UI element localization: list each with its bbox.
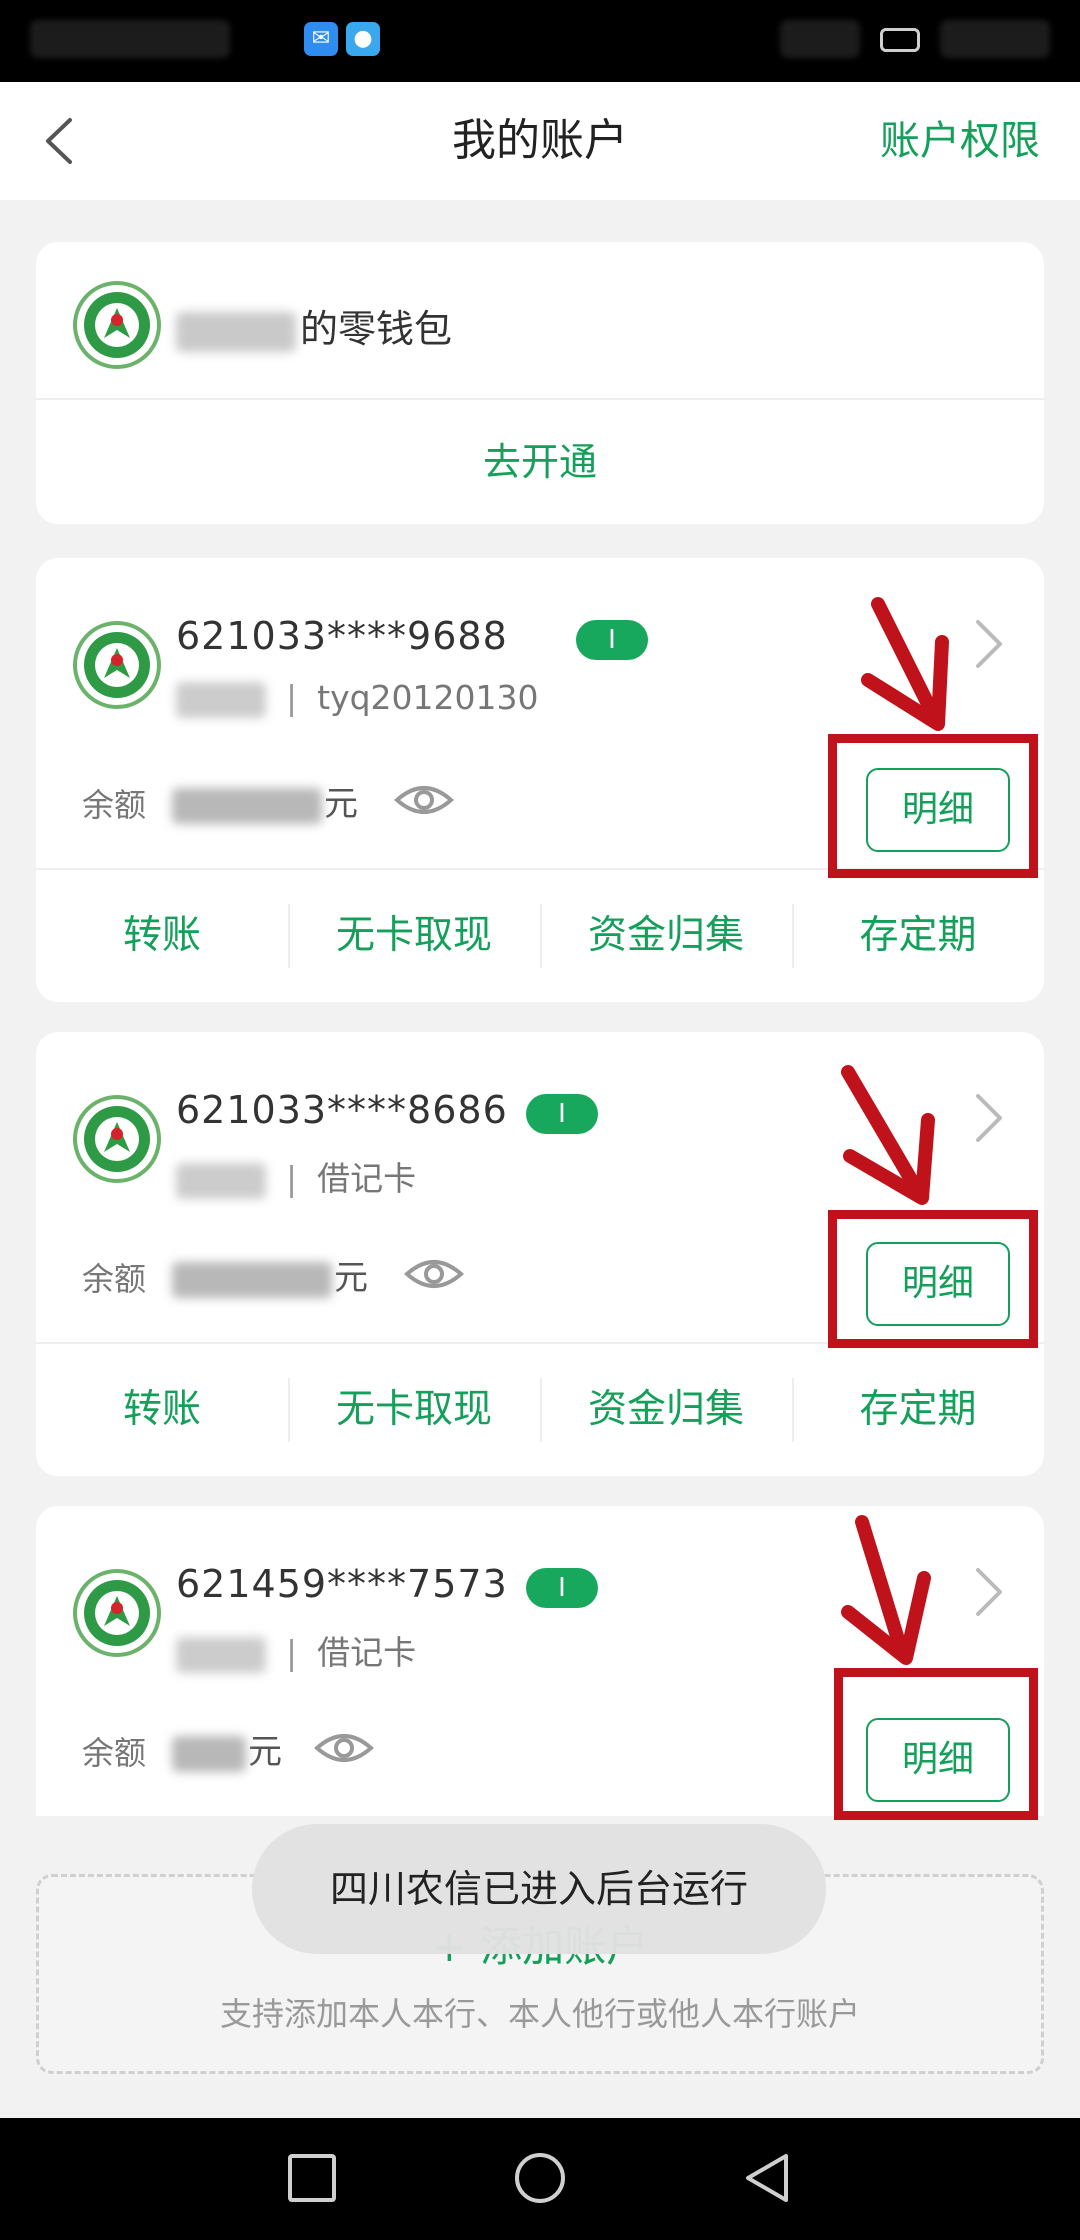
system-nav-bar bbox=[0, 2118, 1080, 2240]
triangle-back-icon[interactable] bbox=[740, 2150, 796, 2206]
square-icon[interactable] bbox=[284, 2150, 340, 2206]
add-account-hint: 支持添加本人本行、本人他行或他人本行账户 bbox=[219, 1995, 860, 2033]
circle-icon[interactable] bbox=[512, 2150, 568, 2206]
toast-message: 四川农信已进入后台运行 bbox=[252, 1824, 826, 1954]
